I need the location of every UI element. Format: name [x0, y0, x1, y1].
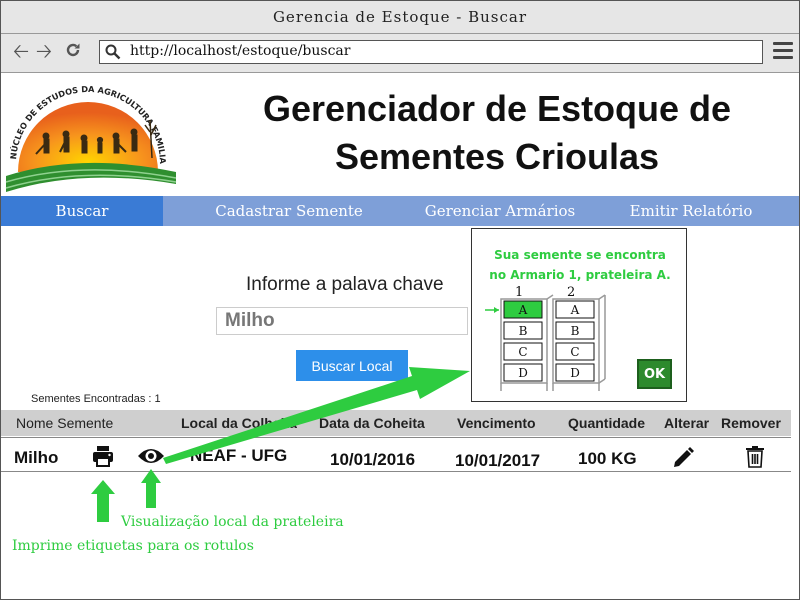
results-count: Sementes Encontradas : 1	[31, 393, 161, 405]
view-icon[interactable]	[137, 445, 165, 472]
cabinet-1-shelf-b: B	[519, 324, 528, 338]
page-title-line1: Gerenciador de Estoque de	[262, 88, 732, 129]
url-text: http://localhost/estoque/buscar	[130, 43, 351, 59]
cabinet-1-shelf-a: A	[518, 303, 528, 317]
cabinet-1-label: 1	[515, 285, 523, 300]
cell-data-colheita: 10/01/2016	[330, 450, 416, 469]
popup-message-line1: Sua semente se encontra	[494, 248, 666, 262]
cell-quantidade: 100 KG	[578, 449, 637, 468]
column-header-remover: Remover	[721, 415, 781, 431]
popup-message: Sua semente se encontra no Armario 1, pr…	[480, 245, 680, 285]
column-header-vencimento: Vencimento	[457, 415, 536, 431]
page-title-line2: Sementes Crioulas	[334, 136, 660, 177]
table-divider	[1, 437, 791, 438]
column-header-name: Nome Semente	[16, 415, 114, 431]
reload-icon[interactable]	[62, 41, 84, 63]
edit-pencil-icon[interactable]	[672, 447, 694, 474]
search-button[interactable]: Buscar Local	[296, 350, 408, 381]
browser-toolbar: 🡠 🡢 http://localhost/estoque/buscar	[1, 34, 799, 73]
column-header-alterar: Alterar	[664, 415, 710, 431]
cabinet-2-shelf-d: D	[570, 366, 580, 380]
address-bar[interactable]: http://localhost/estoque/buscar	[99, 40, 763, 64]
cabinet-2-label: 2	[567, 285, 575, 300]
cell-local: NEAF - UFG	[190, 446, 288, 465]
hamburger-menu-icon[interactable]	[773, 42, 793, 60]
location-popup: Sua semente se encontra no Armario 1, pr…	[471, 228, 687, 402]
cabinet-2-shelf-a: A	[570, 303, 580, 317]
nav-emitir-relatorio[interactable]: Emitir Relatório	[609, 196, 773, 226]
results-table-header: Nome Semente Local da Colheita Data da C…	[1, 410, 791, 436]
search-icon	[105, 44, 121, 60]
cabinet-1-shelf-d: D	[518, 366, 528, 380]
column-header-local: Local da Colheita	[181, 415, 297, 431]
cabinet-2-shelf-b: B	[571, 324, 580, 338]
cabinets-diagram: 1 2 A B C D A B C D	[482, 281, 612, 397]
main-nav: Buscar Cadastrar Semente Gerenciar Armár…	[1, 196, 799, 226]
annotation-view: Visualização local da prateleira	[121, 514, 344, 530]
table-row-divider	[1, 471, 791, 472]
search-input[interactable]	[216, 307, 468, 335]
neaf-logo: NÚCLEO DE ESTUDOS DA AGRICULTURA FAMILIA…	[0, 72, 178, 196]
print-icon[interactable]	[91, 444, 115, 473]
trash-icon[interactable]	[745, 446, 765, 473]
ok-button[interactable]: OK	[637, 359, 672, 389]
cabinet-2-shelf-c: C	[570, 345, 579, 359]
annotation-print: Imprime etiquetas para os rotulos	[12, 538, 254, 554]
cabinet-1-shelf-c: C	[518, 345, 527, 359]
nav-gerenciar-armarios[interactable]: Gerenciar Armários	[411, 196, 589, 226]
page-title: Gerenciador de Estoque de Sementes Criou…	[210, 85, 784, 181]
nav-cadastrar-semente[interactable]: Cadastrar Semente	[193, 196, 385, 226]
cell-name: Milho	[14, 448, 59, 467]
search-label: Informe a palava chave	[246, 274, 444, 295]
window-title: Gerencia de Estoque - Buscar	[1, 1, 799, 34]
column-header-quantidade: Quantidade	[568, 415, 646, 431]
column-header-data-colheita: Data da Coheita	[319, 415, 425, 431]
cell-vencimento: 10/01/2017	[455, 451, 541, 470]
forward-arrow-icon[interactable]: 🡢	[33, 41, 55, 63]
nav-buscar[interactable]: Buscar	[1, 196, 163, 226]
back-arrow-icon[interactable]: 🡠	[10, 41, 32, 63]
